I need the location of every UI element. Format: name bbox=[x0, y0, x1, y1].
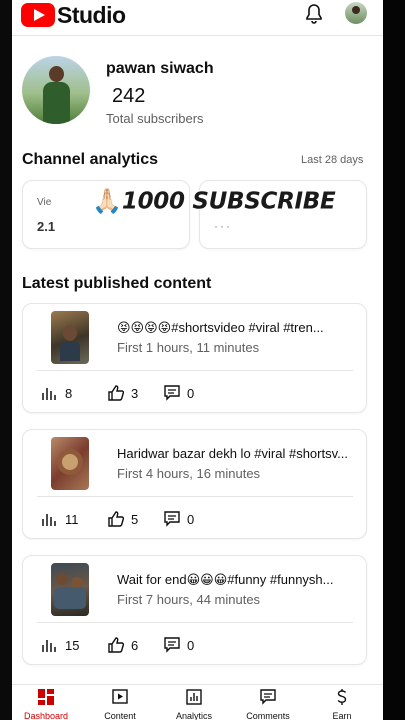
dashboard-icon bbox=[38, 689, 54, 705]
views-bar-icon bbox=[42, 388, 56, 400]
video-card[interactable]: 😝😝😝😝#shortsvideo #viral #tren... First 1… bbox=[22, 303, 367, 413]
nav-dashboard[interactable]: Dashboard bbox=[14, 685, 78, 720]
period-label: Last 28 days bbox=[301, 154, 364, 166]
account-avatar[interactable] bbox=[345, 2, 367, 24]
comments-count: 0 bbox=[187, 385, 195, 401]
nav-label: Earn bbox=[332, 711, 352, 720]
avatar-body bbox=[43, 82, 70, 124]
comment-icon bbox=[164, 385, 180, 401]
comments-stat: 0 bbox=[163, 384, 194, 402]
comment-icon bbox=[164, 511, 180, 527]
nav-label: Analytics bbox=[175, 711, 212, 720]
channel-analytics-title: Channel analytics bbox=[22, 151, 159, 168]
video-thumbnail[interactable] bbox=[51, 311, 89, 364]
latest-content-title: Latest published content bbox=[22, 275, 212, 292]
likes-count: 3 bbox=[131, 385, 139, 401]
views-value: 2.1 bbox=[37, 219, 56, 234]
youtube-logo[interactable] bbox=[21, 3, 55, 27]
divider bbox=[37, 370, 353, 371]
views-stat: 8 bbox=[41, 384, 72, 402]
video-thumbnail[interactable] bbox=[51, 437, 89, 490]
nav-comments[interactable]: Comments bbox=[236, 685, 300, 720]
likes-count: 5 bbox=[131, 511, 139, 527]
views-count: 8 bbox=[65, 385, 73, 401]
video-card[interactable]: Wait for end😀😀😀#funny #funnysh... First … bbox=[22, 555, 367, 665]
views-bar-icon bbox=[42, 514, 56, 526]
likes-stat: 6 bbox=[107, 636, 138, 654]
comments-count: 0 bbox=[187, 637, 195, 653]
divider bbox=[37, 496, 353, 497]
nav-analytics[interactable]: Analytics bbox=[162, 685, 226, 720]
divider bbox=[37, 622, 353, 623]
video-thumbnail[interactable] bbox=[51, 563, 89, 616]
studio-title: Studio bbox=[57, 2, 126, 28]
video-title[interactable]: Haridwar bazar dekh lo #viral #shortsv..… bbox=[117, 446, 357, 461]
views-count: 15 bbox=[65, 637, 80, 653]
earn-icon bbox=[337, 689, 347, 705]
likes-stat: 3 bbox=[107, 384, 138, 402]
likes-stat: 5 bbox=[107, 510, 138, 528]
video-subtitle: First 7 hours, 44 minutes bbox=[117, 592, 261, 607]
watch-time-value: ··· bbox=[214, 219, 232, 233]
bottom-navigation: Dashboard Content Analytics Comments Ear… bbox=[12, 684, 383, 720]
subscribe-overlay: 🙏🏻1000 SUBSCRIBE bbox=[92, 187, 336, 217]
comments-icon bbox=[260, 689, 276, 705]
studio-screen: Studio pawan siwach 242 Total subscriber… bbox=[12, 0, 383, 720]
video-title[interactable]: 😝😝😝😝#shortsvideo #viral #tren... bbox=[117, 320, 357, 336]
comments-count: 0 bbox=[187, 511, 195, 527]
video-subtitle: First 4 hours, 16 minutes bbox=[117, 466, 261, 481]
nav-earn[interactable]: Earn bbox=[310, 685, 374, 720]
thumbs-up-icon bbox=[108, 637, 125, 653]
video-title[interactable]: Wait for end😀😀😀#funny #funnysh... bbox=[117, 572, 357, 588]
channel-avatar[interactable] bbox=[22, 56, 90, 124]
comments-stat: 0 bbox=[163, 510, 194, 528]
nav-label: Comments bbox=[246, 711, 290, 720]
subscriber-count: 242 bbox=[112, 85, 146, 107]
nav-content[interactable]: Content bbox=[88, 685, 152, 720]
content-icon bbox=[112, 689, 128, 704]
analytics-icon bbox=[186, 689, 202, 705]
nav-label: Content bbox=[104, 711, 136, 720]
views-stat: 15 bbox=[41, 636, 79, 654]
comments-stat: 0 bbox=[163, 636, 194, 654]
top-app-bar: Studio bbox=[12, 0, 383, 36]
avatar-head bbox=[49, 66, 64, 82]
thumbs-up-icon bbox=[108, 385, 125, 401]
left-edge bbox=[0, 0, 12, 720]
subscriber-label: Total subscribers bbox=[106, 111, 204, 126]
comment-icon bbox=[164, 637, 180, 653]
thumbs-up-icon bbox=[108, 511, 125, 527]
video-card[interactable]: Haridwar bazar dekh lo #viral #shortsv..… bbox=[22, 429, 367, 539]
channel-name: pawan siwach bbox=[106, 60, 214, 77]
video-subtitle: First 1 hours, 11 minutes bbox=[117, 340, 260, 355]
views-count: 11 bbox=[65, 511, 79, 527]
views-stat: 11 bbox=[41, 510, 79, 528]
notifications-bell-icon[interactable] bbox=[302, 2, 326, 26]
views-bar-icon bbox=[42, 640, 56, 652]
nav-label: Dashboard bbox=[23, 711, 69, 720]
overlay-text: 1000 SUBSCRIBE bbox=[121, 188, 336, 215]
praying-hands-icon: 🙏🏻 bbox=[92, 188, 122, 215]
right-edge bbox=[383, 0, 405, 720]
likes-count: 6 bbox=[131, 637, 139, 653]
views-label: Vie bbox=[37, 197, 52, 208]
